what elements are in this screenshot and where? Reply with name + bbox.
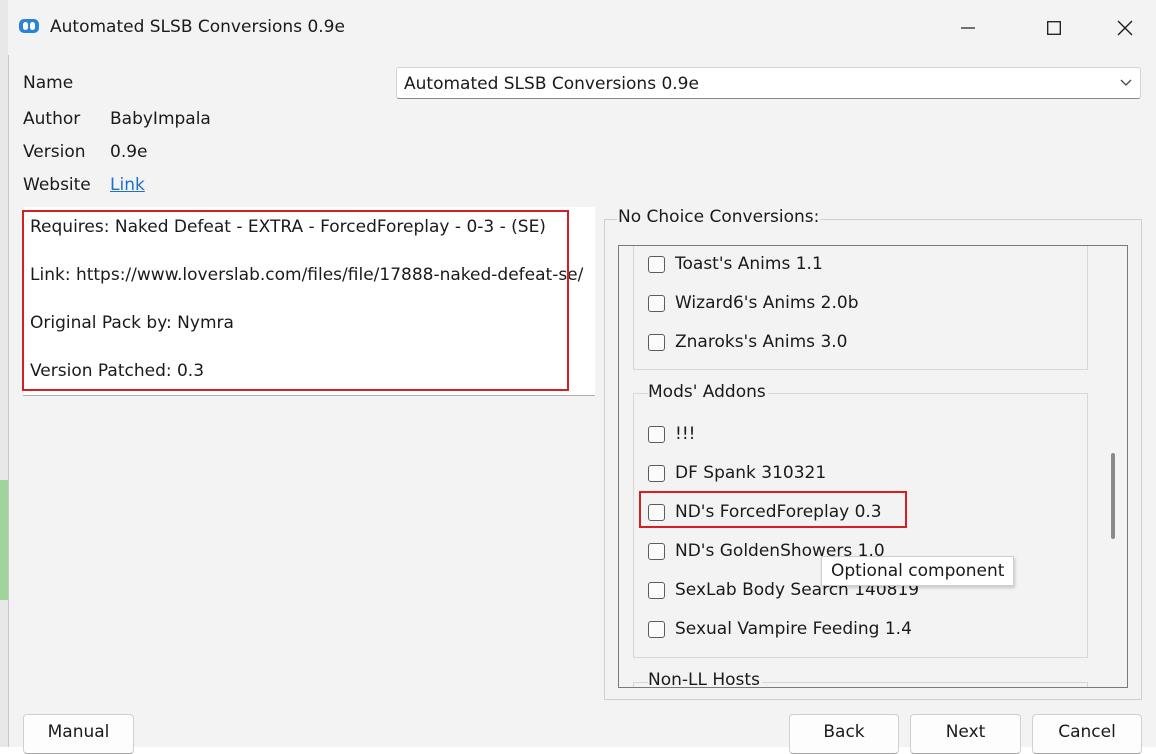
subgroup-non-ll-hosts-title: Non-LL Hosts xyxy=(648,670,762,688)
version-value: 0.9e xyxy=(110,142,148,162)
highlight-box-option xyxy=(639,491,907,528)
option-row[interactable]: Wizard6's Anims 2.0b xyxy=(648,291,859,315)
option-label: Sexual Vampire Feeding 1.4 xyxy=(675,619,912,639)
checkbox[interactable] xyxy=(648,294,665,312)
tooltip: Optional component xyxy=(821,556,1015,586)
options-scroll-area[interactable]: Toast's Anims 1.1 Wizard6's Anims 2.0b Z… xyxy=(618,245,1128,688)
name-dropdown[interactable]: Automated SLSB Conversions 0.9e xyxy=(396,67,1141,99)
highlight-box-description xyxy=(22,210,569,391)
option-label: Znaroks's Anims 3.0 xyxy=(675,332,848,352)
option-row[interactable]: Sexual Vampire Feeding 1.4 xyxy=(648,617,912,641)
version-label: Version xyxy=(23,142,86,162)
chevron-down-icon xyxy=(1120,79,1132,86)
option-label: !!! xyxy=(675,424,696,444)
author-value: BabyImpala xyxy=(110,109,211,129)
back-button[interactable]: Back xyxy=(789,714,899,754)
checkbox[interactable] xyxy=(648,255,665,273)
subgroup-mods-addons-title: Mods' Addons xyxy=(648,382,768,402)
maximize-icon xyxy=(1047,21,1061,35)
background-window-accent xyxy=(0,480,8,600)
close-button[interactable] xyxy=(1102,9,1148,47)
checkbox[interactable] xyxy=(648,620,665,638)
name-label: Name xyxy=(23,73,74,93)
website-label: Website xyxy=(23,175,91,195)
cancel-button[interactable]: Cancel xyxy=(1032,714,1142,754)
close-icon xyxy=(1117,20,1133,36)
minimize-icon xyxy=(961,27,975,29)
checkbox[interactable] xyxy=(648,425,665,443)
option-row[interactable]: Toast's Anims 1.1 xyxy=(648,252,823,276)
next-button[interactable]: Next xyxy=(910,714,1021,754)
checkbox[interactable] xyxy=(648,542,665,560)
minimize-button[interactable] xyxy=(945,9,991,47)
checkbox[interactable] xyxy=(648,464,665,482)
window: ⚠ Automated SLSB Conversions 0.9e Name A… xyxy=(0,0,1156,754)
option-row[interactable]: Znaroks's Anims 3.0 xyxy=(648,330,847,354)
window-title: Automated SLSB Conversions 0.9e xyxy=(50,17,345,37)
background-window-edge xyxy=(0,0,8,747)
title-bar: Automated SLSB Conversions 0.9e xyxy=(8,0,1156,55)
option-label: Wizard6's Anims 2.0b xyxy=(675,293,859,313)
author-label: Author xyxy=(23,109,81,129)
checkbox[interactable] xyxy=(648,581,665,599)
app-icon xyxy=(19,19,39,33)
option-row[interactable]: !!! xyxy=(648,422,695,446)
option-label: DF Spank 310321 xyxy=(675,463,827,483)
options-group-title: No Choice Conversions: xyxy=(617,207,821,227)
scrollbar-thumb[interactable] xyxy=(1111,453,1115,539)
website-link[interactable]: Link xyxy=(110,175,145,195)
manual-button[interactable]: Manual xyxy=(23,714,134,754)
checkbox[interactable] xyxy=(648,333,665,351)
option-label: Toast's Anims 1.1 xyxy=(675,254,823,274)
maximize-button[interactable] xyxy=(1031,9,1077,47)
option-row[interactable]: DF Spank 310321 xyxy=(648,461,826,485)
name-dropdown-value: Automated SLSB Conversions 0.9e xyxy=(404,74,699,94)
